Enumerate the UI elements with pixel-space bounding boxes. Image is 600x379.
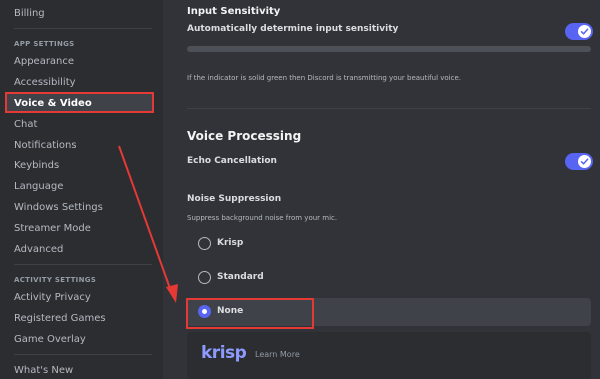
sidebar-item-appearance[interactable]: Appearance: [14, 55, 74, 68]
sidebar-item-accessibility[interactable]: Accessibility: [14, 76, 76, 89]
noise-option-label: Krisp: [217, 238, 244, 248]
radio-button[interactable]: [198, 237, 211, 250]
voice-processing-title: Voice Processing: [187, 129, 302, 143]
noise-option-label: Standard: [217, 272, 264, 282]
sidebar-item-registered-games[interactable]: Registered Games: [14, 312, 106, 325]
sensitivity-help-text: If the indicator is solid green then Dis…: [187, 74, 462, 82]
settings-sidebar: Billing APP SETTINGS Appearance Accessib…: [0, 0, 163, 379]
sidebar-item-game-overlay[interactable]: Game Overlay: [14, 333, 86, 346]
krisp-logo: krisp: [201, 343, 247, 363]
sidebar-divider: [14, 354, 152, 355]
highlight-box: [186, 298, 314, 329]
check-icon: [580, 28, 589, 35]
sidebar-item-streamer-mode[interactable]: Streamer Mode: [14, 222, 91, 235]
sensitivity-slider[interactable]: [187, 46, 591, 52]
input-sensitivity-title: Input Sensitivity: [187, 6, 281, 17]
sidebar-header-activity-settings: ACTIVITY SETTINGS: [14, 276, 97, 284]
sidebar-divider: [14, 264, 152, 265]
radio-button[interactable]: [198, 271, 211, 284]
toggle-knob: [578, 155, 591, 168]
echo-cancellation-label: Echo Cancellation: [187, 156, 277, 166]
sidebar-item-windows-settings[interactable]: Windows Settings: [14, 201, 103, 214]
krisp-banner: krisp Learn More: [187, 332, 591, 379]
sidebar-item-language[interactable]: Language: [14, 180, 63, 193]
sidebar-item-whats-new[interactable]: What's New: [14, 364, 73, 377]
noise-suppression-desc: Suppress background noise from your mic.: [187, 214, 338, 222]
echo-cancellation-toggle[interactable]: [565, 153, 593, 170]
sidebar-header-app-settings: APP SETTINGS: [14, 40, 75, 48]
noise-option-krisp[interactable]: Krisp: [187, 230, 591, 258]
sidebar-item-advanced[interactable]: Advanced: [14, 243, 63, 256]
auto-sensitivity-label: Automatically determine input sensitivit…: [187, 24, 399, 34]
sidebar-item-billing[interactable]: Billing: [14, 7, 45, 20]
sidebar-item-activity-privacy[interactable]: Activity Privacy: [14, 291, 91, 304]
sidebar-divider: [14, 28, 152, 29]
auto-sensitivity-toggle[interactable]: [565, 23, 593, 40]
sidebar-item-voice-video-label: Voice & Video: [14, 98, 92, 109]
toggle-knob: [578, 25, 591, 38]
sidebar-item-chat[interactable]: Chat: [14, 118, 37, 131]
sidebar-item-notifications[interactable]: Notifications: [14, 139, 77, 152]
noise-suppression-title: Noise Suppression: [187, 194, 282, 204]
sidebar-item-voice-video[interactable]: Voice & Video: [5, 92, 154, 113]
check-icon: [580, 158, 589, 165]
sidebar-item-keybinds[interactable]: Keybinds: [14, 159, 59, 172]
noise-option-standard[interactable]: Standard: [187, 264, 591, 292]
section-divider: [187, 108, 591, 109]
learn-more-link[interactable]: Learn More: [255, 349, 300, 360]
